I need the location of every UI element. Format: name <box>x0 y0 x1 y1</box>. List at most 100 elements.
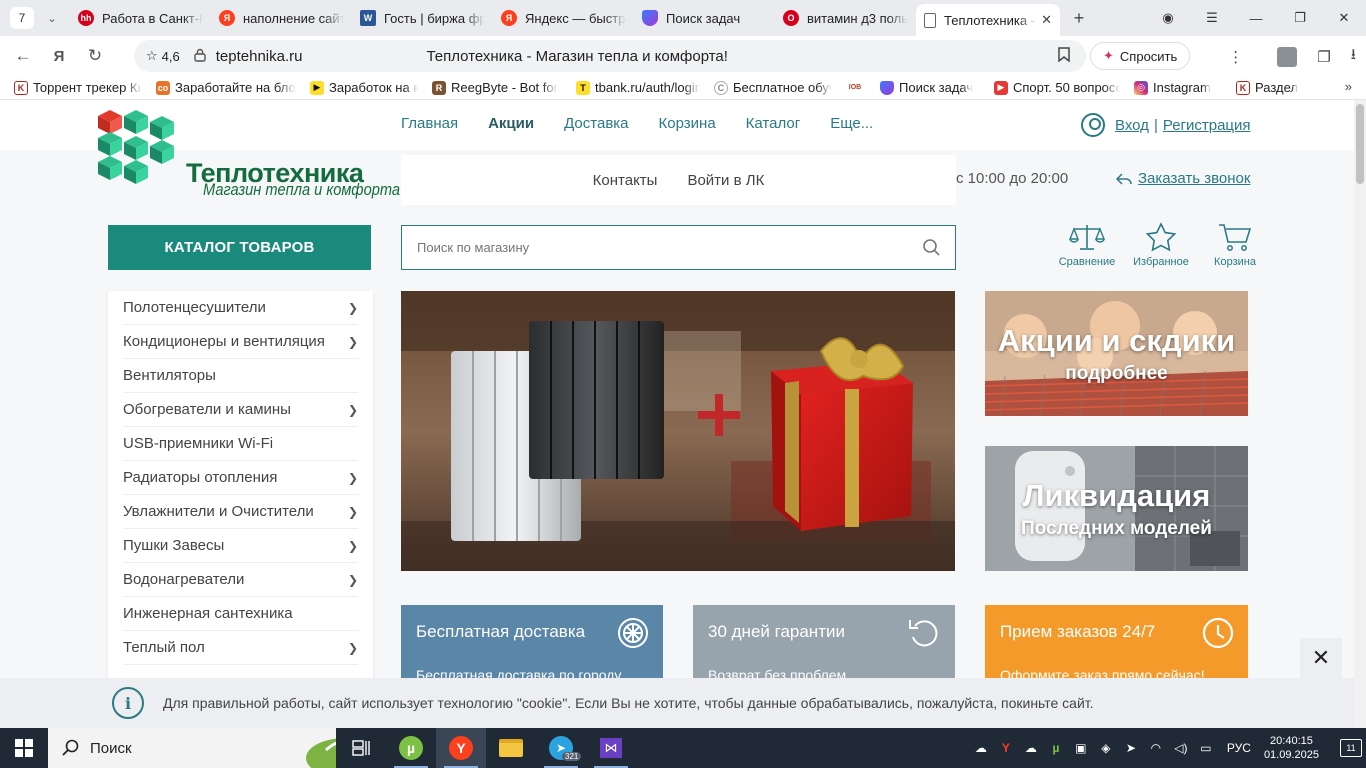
reload-icon[interactable]: ↻ <box>80 46 110 66</box>
close-tab-icon[interactable]: ✕ <box>1041 12 1052 28</box>
wifi-icon[interactable]: ◠ <box>1148 740 1164 756</box>
menu-item-more[interactable]: Еще... <box>830 115 873 132</box>
profile-icon[interactable]: ◉ <box>1146 10 1190 26</box>
tab[interactable]: O витамин д3 польза <box>775 0 916 36</box>
bookmark-icon[interactable] <box>1058 46 1070 66</box>
tab[interactable]: Я наполнение сайта <box>211 0 352 36</box>
collections-icon[interactable]: ❐ <box>1317 48 1330 66</box>
site-logo[interactable]: Теплотехника Магазин тепла и комфорта <box>96 108 400 200</box>
search-icon[interactable] <box>922 238 941 257</box>
lock-icon[interactable] <box>194 48 206 65</box>
taskbar-search[interactable]: Поиск <box>48 728 336 768</box>
cart-button[interactable]: Корзина <box>1204 222 1266 268</box>
more-bookmarks-chevron-icon[interactable]: » <box>1345 79 1352 94</box>
bookmark-item[interactable]: co Заработайте на блоге <box>156 80 296 95</box>
menu-item-promotions[interactable]: Акции <box>488 115 534 132</box>
restore-button[interactable]: ❐ <box>1278 10 1322 26</box>
yandex-tray-icon[interactable]: Y <box>998 740 1014 756</box>
promo-clearance-banner[interactable]: Ликвидация Последних моделей <box>985 446 1248 571</box>
submenu-item-account[interactable]: Войти в ЛК <box>687 172 764 189</box>
chevron-down-icon[interactable]: ❯ <box>348 641 358 655</box>
menu-item-catalog[interactable]: Каталог <box>746 115 801 132</box>
chevron-down-icon[interactable]: ❯ <box>348 301 358 315</box>
category-item[interactable]: Вентиляторы <box>123 359 358 393</box>
cloud-off-icon[interactable]: ☁ <box>1023 740 1039 756</box>
clock[interactable]: 20:40:15 01.09.2025 <box>1264 734 1319 762</box>
new-tab-button[interactable]: + <box>1066 5 1092 31</box>
bookmark-item[interactable]: K Раздел <box>1236 80 1306 95</box>
bookmark-item[interactable]: C Бесплатное обучение <box>714 80 832 95</box>
task-view-icon[interactable] <box>336 728 386 768</box>
tab-counter[interactable]: 7 <box>10 7 34 29</box>
category-item[interactable]: Кондиционеры и вентиляция ❯ <box>123 325 358 359</box>
telegram-icon[interactable]: ➤ 321 <box>536 728 586 768</box>
telegram-tray-icon[interactable]: ➤ <box>1123 740 1139 756</box>
category-item[interactable]: Радиаторы отопления ❯ <box>123 461 358 495</box>
category-item[interactable]: Водонагреватели ❯ <box>123 563 358 597</box>
yandex-browser-icon[interactable]: Y <box>436 728 486 768</box>
tab-list-chevron-icon[interactable]: ⌄ <box>42 7 62 29</box>
ask-ai-button[interactable]: ✦ Спросить <box>1090 42 1191 70</box>
notifications-button[interactable]: 11 <box>1336 728 1366 768</box>
chevron-down-icon[interactable]: ❯ <box>348 505 358 519</box>
promo-sales-banner[interactable]: Акции и скдики подробнее <box>985 291 1248 416</box>
yandex-home-icon[interactable]: Я <box>44 48 74 65</box>
catalog-button[interactable]: КАТАЛОГ ТОВАРОВ <box>108 225 371 270</box>
submenu-item-contacts[interactable]: Контакты <box>593 172 658 189</box>
chevron-down-icon[interactable]: ❯ <box>348 471 358 485</box>
file-explorer-icon[interactable] <box>486 728 536 768</box>
download-icon[interactable]: ⭳ <box>1351 44 1356 69</box>
windows-start-icon[interactable] <box>0 728 48 768</box>
visual-studio-icon[interactable]: ⋈ <box>586 728 636 768</box>
user-icon[interactable] <box>1081 113 1105 137</box>
language-indicator[interactable]: РУС <box>1227 741 1251 755</box>
chevron-down-icon[interactable]: ❯ <box>348 335 358 349</box>
chevron-down-icon[interactable]: ❯ <box>348 539 358 553</box>
register-link[interactable]: Регистрация <box>1163 117 1251 134</box>
favorites-button[interactable]: Избранное <box>1130 222 1192 268</box>
utorrent-icon[interactable]: µ <box>386 728 436 768</box>
back-arrow-icon[interactable]: ← <box>8 46 38 66</box>
menu-item-home[interactable]: Главная <box>401 115 458 132</box>
category-item[interactable]: Увлажнители и Очистители ❯ <box>123 495 358 529</box>
bookmark-item[interactable]: Поиск задач <box>880 80 980 95</box>
category-item[interactable]: Обогреватели и камины ❯ <box>123 393 358 427</box>
tab-active[interactable]: Теплотехника - Магазин ✕ <box>916 4 1060 36</box>
bookmark-item[interactable]: R ReegByte - Bot for <box>432 80 562 95</box>
onedrive-icon[interactable]: ☁ <box>973 740 989 756</box>
tab[interactable]: Поиск задач <box>634 0 775 36</box>
menu-icon[interactable]: ☰ <box>1190 10 1234 26</box>
chevron-down-icon[interactable]: ❯ <box>348 403 358 417</box>
category-item[interactable]: Инженерная сантехника <box>123 597 358 631</box>
more-options-icon[interactable]: ⋮ <box>1228 48 1243 66</box>
tab[interactable]: hh Работа в Санкт-Петербурге <box>70 0 211 36</box>
utorrent-tray-icon[interactable]: µ <box>1048 740 1064 756</box>
menu-item-delivery[interactable]: Доставка <box>564 115 628 132</box>
category-item[interactable]: Теплый пол ❯ <box>123 631 358 665</box>
chevron-down-icon[interactable]: ❯ <box>348 573 358 587</box>
scrollbar-thumb[interactable] <box>1356 104 1364 184</box>
search-input[interactable] <box>417 240 897 255</box>
avatar-icon[interactable] <box>1277 46 1298 67</box>
bookmark-item[interactable]: ▶ Спорт. 50 вопросов <box>994 80 1120 95</box>
login-link[interactable]: Вход <box>1115 117 1149 134</box>
category-item[interactable]: USB-приемники Wi-Fi <box>123 427 358 461</box>
bookmark-item[interactable]: ▶ Заработок на криптовалюте <box>310 80 418 95</box>
volume-icon[interactable]: ◁) <box>1173 740 1189 756</box>
menu-item-cart[interactable]: Корзина <box>659 115 716 132</box>
cookie-close-button[interactable]: ✕ <box>1300 638 1342 678</box>
bookmark-item[interactable]: Ttbank.ru/auth/login <box>576 80 700 95</box>
category-item[interactable]: Полотенцесушители ❯ <box>123 291 358 325</box>
compare-button[interactable]: Сравнение <box>1056 222 1118 268</box>
tab[interactable]: Я Яндекс — быстрый поиск <box>493 0 634 36</box>
feature-guarantee[interactable]: 30 дней гарантии Возврат без проблем <box>693 605 955 685</box>
feature-free-delivery[interactable]: Бесплатная доставка Бесплатная доставка … <box>401 605 663 685</box>
category-item[interactable]: Пушки Завесы ❯ <box>123 529 358 563</box>
feature-orders-24-7[interactable]: Прием заказов 24/7 Оформите заказ прямо … <box>985 605 1248 685</box>
vertical-scrollbar[interactable] <box>1354 100 1366 728</box>
security-tray-icon[interactable]: ▣ <box>1073 740 1089 756</box>
minimize-button[interactable]: — <box>1234 11 1278 26</box>
bookmark-item[interactable]: ◎ Instagram <box>1134 80 1222 95</box>
close-window-button[interactable]: ✕ <box>1322 10 1366 26</box>
site-rating[interactable]: ☆ 4,6 <box>146 48 180 64</box>
